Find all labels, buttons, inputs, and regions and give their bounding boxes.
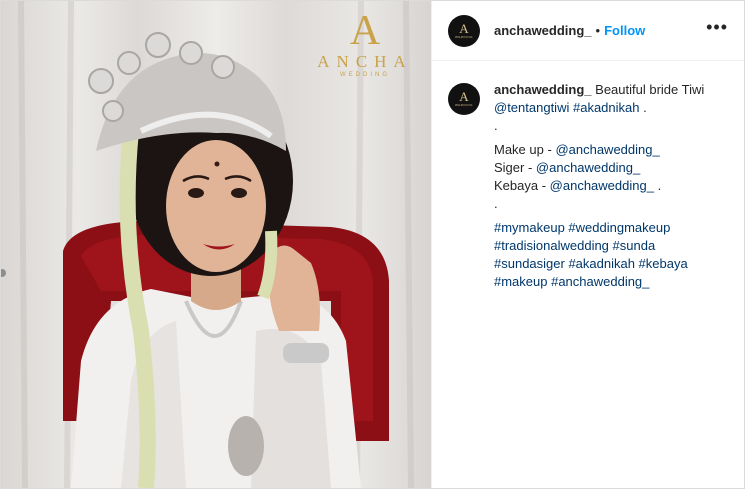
- post-photo[interactable]: A ANCHA WEDDING: [1, 1, 431, 488]
- mention-link[interactable]: @anchawedding_: [555, 142, 659, 157]
- caption-line7: .: [494, 196, 498, 211]
- caption-line1: Beautiful bride Tiwi: [595, 82, 705, 97]
- caption-username[interactable]: anchawedding_: [494, 82, 592, 97]
- hashtags-line[interactable]: #tradisionalwedding #sunda: [494, 237, 704, 255]
- avatar-letter: A: [459, 20, 469, 36]
- header-separator: •: [595, 23, 601, 38]
- header-username[interactable]: anchawedding_: [494, 23, 592, 38]
- caption-period: .: [657, 178, 662, 193]
- siger-label: Siger -: [494, 160, 533, 175]
- mention-link[interactable]: @tentangtiwi: [494, 100, 569, 115]
- caption-period: .: [643, 100, 647, 115]
- avatar-word: WEDDING: [455, 103, 473, 107]
- ancha-watermark-logo: A ANCHA WEDDING: [317, 9, 413, 79]
- post-header: A WEDDING anchawedding_ • Follow •••: [432, 1, 744, 61]
- avatar-letter: A: [459, 89, 469, 104]
- caption-block: A WEDDING anchawedding_ Beautiful bride …: [432, 61, 744, 291]
- avatar-word: WEDDING: [455, 34, 473, 39]
- hashtags-line[interactable]: #makeup #anchawedding_: [494, 273, 704, 291]
- follow-button[interactable]: Follow: [604, 23, 645, 38]
- post-side-panel: A WEDDING anchawedding_ • Follow ••• A W…: [431, 1, 744, 488]
- watermark-sub: WEDDING: [340, 72, 390, 78]
- hashtags-line[interactable]: #sundasiger #akadnikah #kebaya: [494, 255, 704, 273]
- mention-link[interactable]: @anchawedding_: [550, 178, 654, 193]
- watermark-letter: A: [349, 8, 381, 54]
- avatar[interactable]: A WEDDING: [448, 83, 480, 115]
- mention-link[interactable]: @anchawedding_: [536, 160, 640, 175]
- more-options-icon[interactable]: •••: [706, 18, 728, 40]
- hashtags-line[interactable]: #mymakeup #weddingmakeup: [494, 219, 704, 237]
- caption-line3: .: [494, 118, 498, 133]
- avatar[interactable]: A WEDDING: [448, 14, 480, 47]
- caption-text: anchawedding_ Beautiful bride Tiwi @tent…: [494, 81, 704, 291]
- hashtag-link[interactable]: #akadnikah: [573, 100, 640, 115]
- makeup-label: Make up -: [494, 142, 552, 157]
- kebaya-label: Kebaya -: [494, 178, 547, 193]
- instagram-post: A ANCHA WEDDING A WEDDING anchawedding_ …: [0, 0, 745, 489]
- watermark-word: ANCHA: [317, 52, 413, 71]
